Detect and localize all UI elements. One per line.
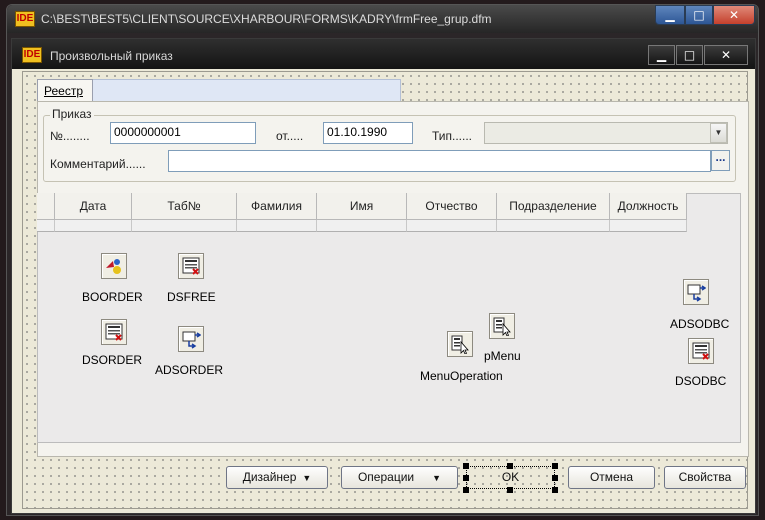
table-cell[interactable] <box>407 220 497 232</box>
selection-handle[interactable] <box>552 475 558 481</box>
selection-handle[interactable] <box>463 475 469 481</box>
selection-handle[interactable] <box>463 487 469 493</box>
ide-logo-icon: IDE <box>15 11 35 27</box>
table-cell[interactable] <box>237 220 317 232</box>
dsodbc-component-icon[interactable] <box>688 338 714 364</box>
adsorder-component-icon[interactable] <box>178 326 204 352</box>
table-cell[interactable] <box>132 220 237 232</box>
cancel-button[interactable]: Отмена <box>568 466 655 489</box>
grid-column-header[interactable]: Фамилия <box>237 193 317 220</box>
component-label: pMenu <box>484 349 521 363</box>
comment-label: Комментарий...... <box>50 157 146 171</box>
minimize-icon: ▁ <box>656 48 667 62</box>
inner-minimize-button[interactable]: ▁ <box>648 45 675 65</box>
menuoperation-component-icon[interactable] <box>447 331 473 357</box>
component-label: BOORDER <box>82 290 143 304</box>
inner-window-title: Произвольный приказ <box>50 49 173 63</box>
selection-handle[interactable] <box>552 487 558 493</box>
grid-column-header[interactable]: Имя <box>317 193 407 220</box>
ok-button[interactable]: OK <box>466 466 555 489</box>
chevron-down-icon: ▼ <box>432 473 442 483</box>
designer-button-label: Дизайнер <box>242 470 297 484</box>
tab-reestr[interactable]: Реестр <box>37 79 93 102</box>
close-icon: ✕ <box>720 48 732 62</box>
comment-field[interactable] <box>168 150 711 172</box>
grid-column-header[interactable]: Подразделение <box>497 193 610 220</box>
properties-button[interactable]: Свойства <box>664 466 746 489</box>
type-combo[interactable] <box>484 122 728 144</box>
number-label: №........ <box>50 129 90 143</box>
component-label: MenuOperation <box>420 369 503 383</box>
chevron-down-icon: ▼ <box>714 128 723 137</box>
adsodbc-component-icon[interactable] <box>683 279 709 305</box>
table-cell[interactable] <box>317 220 407 232</box>
grid-indicator-header <box>37 193 55 220</box>
grid-column-header[interactable]: Должность <box>610 193 687 220</box>
outer-maximize-button[interactable]: □ <box>685 5 713 25</box>
operations-button-label: Операции <box>357 470 415 484</box>
chevron-down-icon: ▼ <box>302 473 312 483</box>
number-field[interactable]: 0000000001 <box>110 122 256 144</box>
close-icon: ✕ <box>728 8 740 22</box>
ide-logo-icon: IDE <box>22 47 42 63</box>
type-combo-dropdown-button[interactable]: ▼ <box>710 123 727 143</box>
grid-column-header[interactable]: Отчество <box>407 193 497 220</box>
table-cell[interactable] <box>610 220 687 232</box>
grid-column-header[interactable]: Таб№ <box>132 193 237 220</box>
component-label: ADSODBC <box>670 317 730 331</box>
grid-column-header[interactable]: Дата <box>55 193 132 220</box>
selection-handle[interactable] <box>552 463 558 469</box>
selection-handle[interactable] <box>463 463 469 469</box>
inner-title-bar[interactable]: IDE Произвольный приказ ▁ □ ✕ <box>12 39 755 69</box>
maximize-icon: □ <box>683 48 696 62</box>
component-label: DSODBC <box>675 374 727 388</box>
inner-maximize-button[interactable]: □ <box>676 45 703 65</box>
table-cell[interactable] <box>55 220 132 232</box>
dsorder-component-icon[interactable] <box>101 319 127 345</box>
maximize-icon: □ <box>693 8 705 22</box>
table-cell[interactable] <box>497 220 610 232</box>
comment-ellipsis-button[interactable]: ... <box>711 150 730 171</box>
dsfree-component-icon[interactable] <box>178 253 204 279</box>
type-label: Тип...... <box>432 129 473 143</box>
outer-title-bar[interactable]: IDE C:\BEST\BEST5\CLIENT\SOURCE\XHARBOUR… <box>7 5 758 33</box>
outer-minimize-button[interactable]: ▁ <box>655 5 685 25</box>
component-label: ADSORDER <box>155 363 224 377</box>
date-label: от..... <box>276 129 304 143</box>
operations-button[interactable]: Операции ▼ <box>341 466 458 489</box>
minimize-icon: ▁ <box>665 8 675 22</box>
selection-handle[interactable] <box>507 463 513 469</box>
boorder-component-icon[interactable] <box>101 253 127 279</box>
designer-button[interactable]: Дизайнер ▼ <box>226 466 328 489</box>
outer-window-title: C:\BEST\BEST5\CLIENT\SOURCE\XHARBOUR\FOR… <box>41 12 492 26</box>
component-label: DSORDER <box>82 353 143 367</box>
outer-close-button[interactable]: ✕ <box>713 5 755 25</box>
table-row-indicator[interactable] <box>37 220 55 232</box>
pmenu-component-icon[interactable] <box>489 313 515 339</box>
inner-close-button[interactable]: ✕ <box>704 45 748 65</box>
order-group-caption: Приказ <box>50 107 94 121</box>
selection-handle[interactable] <box>507 487 513 493</box>
date-field[interactable]: 01.10.1990 <box>323 122 413 144</box>
component-label: DSFREE <box>167 290 216 304</box>
